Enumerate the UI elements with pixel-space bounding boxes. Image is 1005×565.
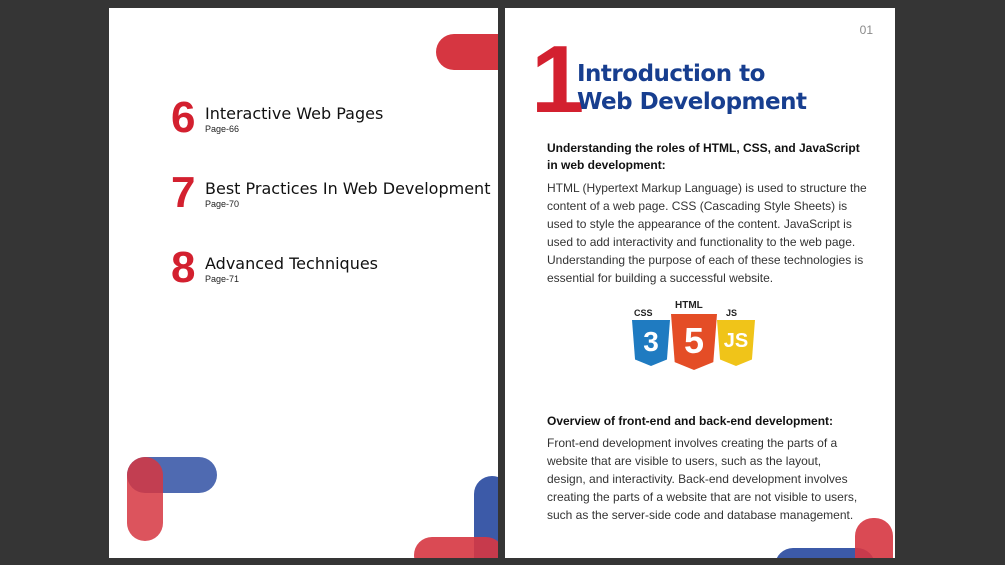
left-page: 6 Interactive Web Pages Page-66 7 Best P…	[109, 8, 498, 558]
section-heading: Understanding the roles of HTML, CSS, an…	[547, 140, 867, 174]
toc-page: Page-66	[205, 124, 240, 134]
decorative-red-bar	[414, 537, 498, 558]
right-page: 01 1 Introduction to Web Development Und…	[505, 8, 895, 558]
section-heading-line: Understanding the roles of HTML, CSS, an…	[547, 141, 860, 155]
html-glyph: 5	[683, 320, 705, 361]
toc-title: Interactive Web Pages	[205, 104, 384, 123]
toc-number: 8	[171, 243, 196, 292]
chapter-title-line: Introduction to	[577, 61, 765, 87]
css-glyph: 3	[643, 326, 659, 357]
toc-page: Page-71	[205, 274, 240, 284]
js-shield-icon: JS	[717, 320, 755, 366]
toc-number: 7	[171, 168, 196, 217]
toc-title: Best Practices In Web Development	[205, 179, 491, 198]
page-number: 01	[859, 23, 873, 37]
html-shield-icon: 5	[671, 314, 717, 370]
section-heading-line: in web development:	[547, 158, 666, 172]
css-label: CSS	[634, 308, 653, 318]
toc-title: Advanced Techniques	[205, 254, 379, 273]
js-glyph: JS	[723, 330, 749, 352]
chapter-title: Introduction to Web Development	[577, 60, 807, 116]
section-body: HTML (Hypertext Markup Language) is used…	[547, 181, 867, 285]
decorative-red-bar	[855, 518, 893, 558]
section-body: Front-end development involves creating …	[547, 436, 858, 522]
toc-page: Page-70	[205, 199, 240, 209]
decorative-red-bar	[436, 34, 498, 70]
html-label: HTML	[675, 300, 703, 311]
chapter-number: 1	[531, 26, 584, 133]
css-shield-icon: 3	[632, 320, 670, 366]
tech-logos: CSS HTML JS 3 5 JS	[632, 300, 757, 372]
toc-number: 6	[171, 93, 196, 142]
section-heading: Overview of front-end and back-end devel…	[547, 414, 834, 428]
chapter-title-line: Web Development	[577, 89, 807, 115]
decorative-red-bar	[127, 457, 163, 541]
js-label: JS	[726, 308, 738, 318]
